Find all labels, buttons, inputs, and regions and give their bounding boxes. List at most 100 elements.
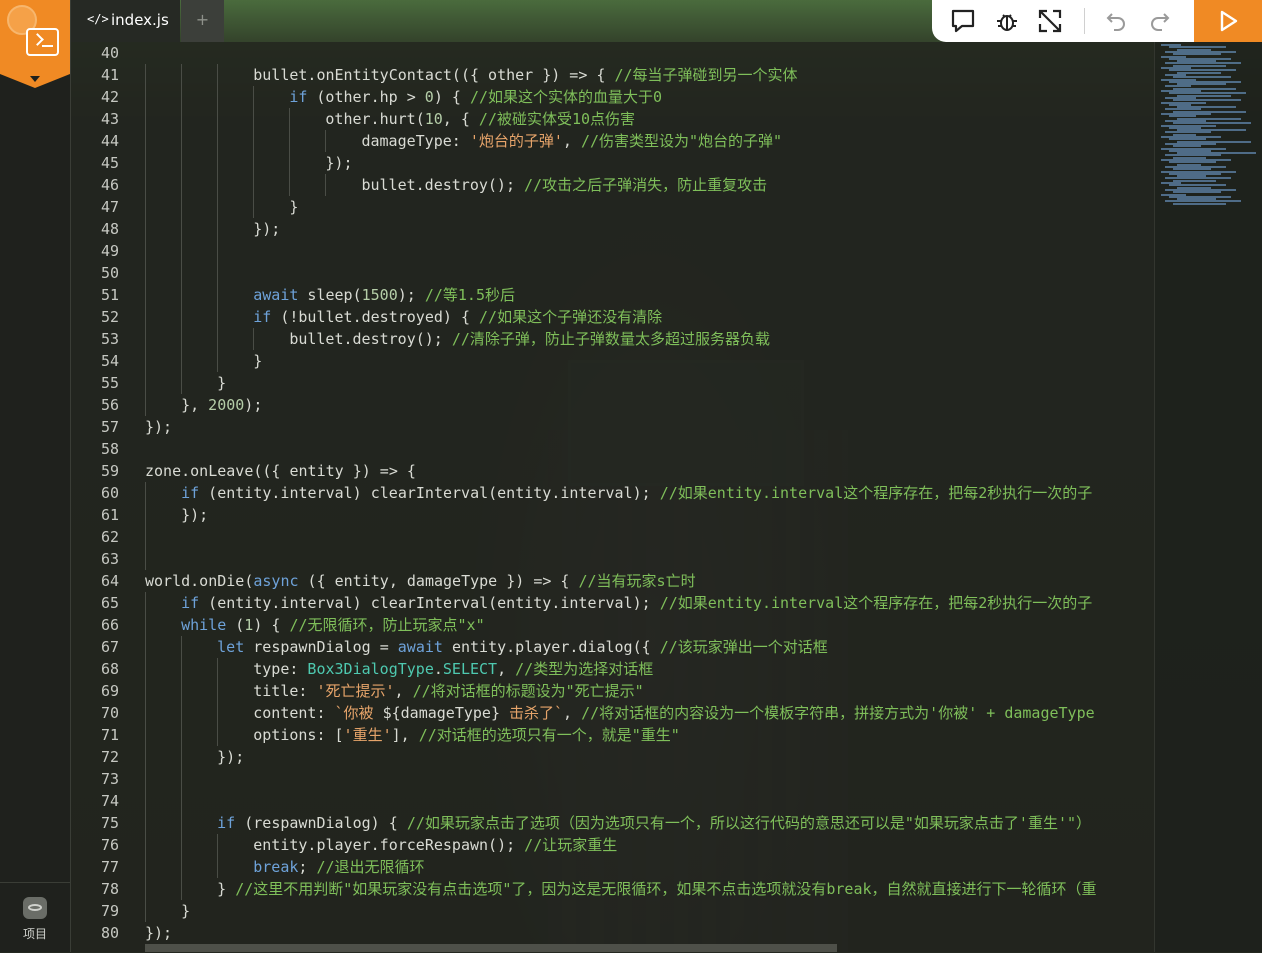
code-line[interactable]: 58 xyxy=(71,438,1154,460)
undo-icon xyxy=(1106,13,1125,31)
code-line[interactable]: 73 xyxy=(71,768,1154,790)
project-button[interactable]: 项目 xyxy=(0,882,70,953)
code-token: //如果entity.interval这个程序存在，把每2秒执行一次的子 xyxy=(659,594,1093,612)
code-line[interactable]: 44 damageType: '炮台的子弹', //伤害类型设为"炮台的子弹" xyxy=(71,130,1154,152)
code-line[interactable]: 66 while (1) { //无限循环，防止玩家点"x" xyxy=(71,614,1154,636)
code-line[interactable]: 56}, 2000); xyxy=(71,394,1154,416)
code-line[interactable]: 43 other.hurt(10, { //被碰实体受10点伤害 xyxy=(71,108,1154,130)
code-line[interactable]: 71 options: ['重生'], //对话框的选项只有一个，就是"重生" xyxy=(71,724,1154,746)
indent-guide xyxy=(325,130,327,152)
line-number: 74 xyxy=(100,792,119,810)
line-code: let respawnDialog = await entity.player.… xyxy=(217,636,828,658)
indent-guide xyxy=(325,174,327,196)
code-token: ); xyxy=(397,286,425,304)
undo-button[interactable] xyxy=(1095,0,1137,42)
code-token: (!bullet.destroyed) { xyxy=(271,308,480,326)
code-line[interactable]: 79} xyxy=(71,900,1154,922)
tab-index-js[interactable]: </> index.js xyxy=(71,0,180,42)
code-line[interactable]: 62 xyxy=(71,526,1154,548)
code-line[interactable]: 45}); xyxy=(71,152,1154,174)
line-number: 80 xyxy=(100,924,119,942)
line-number: 68 xyxy=(100,660,119,678)
line-number: 76 xyxy=(100,836,119,854)
code-line[interactable]: 47} xyxy=(71,196,1154,218)
code-token: //如果玩家点击了选项（因为选项只有一个，所以这行代码的意思还可以是"如果玩家点… xyxy=(406,814,1092,832)
code-line[interactable]: 48}); xyxy=(71,218,1154,240)
code-token: (other.hp > xyxy=(307,88,425,106)
code-token: let xyxy=(217,638,245,656)
code-line[interactable]: 63 xyxy=(71,548,1154,570)
code-line[interactable]: 51 await sleep(1500); //等1.5秒后 xyxy=(71,284,1154,306)
code-line[interactable]: 61}); xyxy=(71,504,1154,526)
horizontal-scrollbar[interactable] xyxy=(145,944,837,952)
indent-guide xyxy=(181,636,183,900)
code-line[interactable]: 50 xyxy=(71,262,1154,284)
code-line[interactable]: 57}); xyxy=(71,416,1154,438)
code-line[interactable]: 65 if (entity.interval) clearInterval(ent… xyxy=(71,592,1154,614)
code-line[interactable]: 55} xyxy=(71,372,1154,394)
line-number: 71 xyxy=(100,726,119,744)
expand-button[interactable] xyxy=(1029,0,1071,42)
comment-button[interactable] xyxy=(942,0,984,42)
code-token: (entity.interval) clearInterval(entity.i… xyxy=(199,484,660,502)
line-number: 67 xyxy=(100,638,119,656)
code-token: //类型为选择对话框 xyxy=(515,660,654,678)
line-number: 79 xyxy=(100,902,119,920)
code-line[interactable]: 78} //这里不用判断"如果玩家没有点击选项"了，因为这是无限循环，如果不点击… xyxy=(71,878,1154,900)
line-code: } xyxy=(289,196,298,218)
code-token: }, xyxy=(181,396,209,414)
line-number: 43 xyxy=(100,110,119,128)
code-line[interactable]: 41 bullet.onEntityContact(({ other }) => … xyxy=(71,64,1154,86)
code-line[interactable]: 69 title: '死亡提示', //将对话框的标题设为"死亡提示" xyxy=(71,680,1154,702)
code-line[interactable]: 54} xyxy=(71,350,1154,372)
code-token: if xyxy=(217,814,236,832)
code-line[interactable]: 60 if (entity.interval) clearInterval(ent… xyxy=(71,482,1154,504)
code-token: bullet.onEntityContact(({ other }) => { xyxy=(253,66,615,84)
code-token: }); xyxy=(145,418,173,436)
minimap[interactable] xyxy=(1154,42,1262,952)
line-number: 66 xyxy=(100,616,119,634)
add-tab-button[interactable]: + xyxy=(181,0,224,42)
code-token: zone.onLeave(({ entity }) => { xyxy=(145,462,416,480)
code-line[interactable]: 49 xyxy=(71,240,1154,262)
code-line[interactable]: 76 entity.player.forceRespawn(); //让玩家重生 xyxy=(71,834,1154,856)
code-line[interactable]: 80}); xyxy=(71,922,1154,944)
code-line[interactable]: 64 world.onDie(async ({ entity, damageTyp… xyxy=(71,570,1154,592)
code-line[interactable]: 77 break; //退出无限循环 xyxy=(71,856,1154,878)
code-line[interactable]: 74 xyxy=(71,790,1154,812)
line-number: 62 xyxy=(100,528,119,546)
redo-button[interactable] xyxy=(1139,0,1181,42)
code-line[interactable]: 40 xyxy=(71,42,1154,64)
line-code: } xyxy=(181,900,190,922)
code-lines[interactable]: 40 41 bullet.onEntityContact(({ other }) =… xyxy=(71,42,1154,942)
run-button[interactable] xyxy=(1194,0,1262,42)
script-panel-toggle[interactable] xyxy=(0,0,70,88)
code-line[interactable]: 70 content: `你被 ${damageType} 击杀了`, //将对话… xyxy=(71,702,1154,724)
code-line[interactable]: 67 let respawnDialog = await entity.playe… xyxy=(71,636,1154,658)
project-label: 项目 xyxy=(22,927,47,941)
code-line[interactable]: 53 bullet.destroy(); //清除子弹，防止子弹数量太多超过服务器… xyxy=(71,328,1154,350)
code-line[interactable]: 68 type: Box3DialogType.SELECT, //类型为选择对话… xyxy=(71,658,1154,680)
line-code: }); xyxy=(181,504,208,526)
line-code: while (1) { //无限循环，防止玩家点"x" xyxy=(181,614,485,636)
code-token: } xyxy=(217,374,227,392)
code-token: //如果这个子弹还没有清除 xyxy=(479,308,663,326)
indent-guide xyxy=(217,834,219,878)
code-token: await xyxy=(253,286,299,304)
code-token: `你被 xyxy=(334,704,383,722)
code-line[interactable]: 42 if (other.hp > 0) { //如果这个实体的血量大于0 xyxy=(71,86,1154,108)
code-line[interactable]: 52 if (!bullet.destroyed) { //如果这个子弹还没有清除 xyxy=(71,306,1154,328)
chevron-down-icon xyxy=(30,76,40,82)
line-number: 64 xyxy=(100,572,119,590)
code-token: , { xyxy=(442,110,479,128)
line-number: 54 xyxy=(100,352,119,370)
comment-icon xyxy=(951,9,975,33)
line-code: }); xyxy=(145,416,172,438)
code-line[interactable]: 75 if (respawnDialog) { //如果玩家点击了选项（因为选项只… xyxy=(71,812,1154,834)
debug-button[interactable] xyxy=(986,0,1028,42)
code-line[interactable]: 72}); xyxy=(71,746,1154,768)
line-code: zone.onLeave(({ entity }) => { xyxy=(145,460,416,482)
code-line[interactable]: 59 zone.onLeave(({ entity }) => { xyxy=(71,460,1154,482)
code-line[interactable]: 46 bullet.destroy(); //攻击之后子弹消失，防止重复攻击 xyxy=(71,174,1154,196)
code-editor[interactable]: 40 41 bullet.onEntityContact(({ other }) =… xyxy=(71,42,1154,952)
